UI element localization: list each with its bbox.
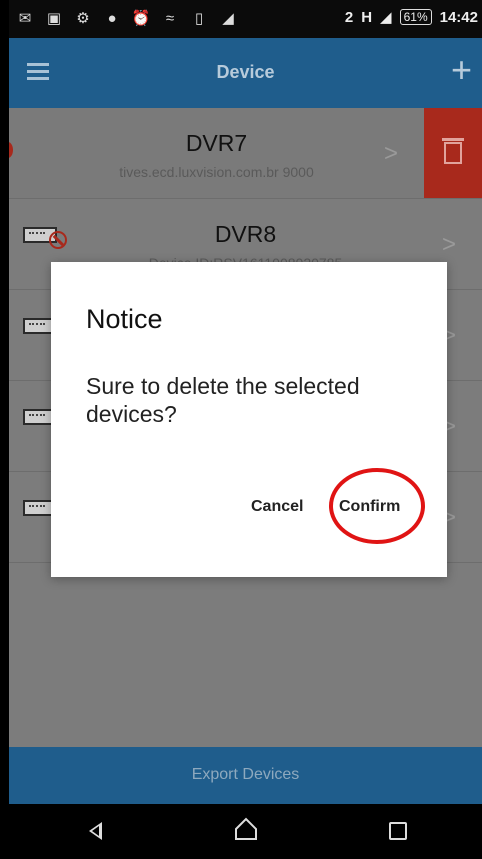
dialog-title: Notice: [86, 304, 163, 334]
message-icon: ✉: [18, 10, 32, 27]
status-icons-right: 2 H ◢ 61% 14:42: [344, 8, 478, 27]
do-not-disturb-icon: ●: [107, 9, 117, 27]
wifi-icon: ≈: [165, 9, 175, 27]
battery-level: 61%: [399, 9, 432, 25]
sim-number: 2: [344, 8, 354, 26]
cancel-button[interactable]: Cancel: [251, 498, 303, 516]
notice-dialog: Notice Sure to delete the selected devic…: [51, 262, 447, 577]
delete-button[interactable]: [424, 108, 482, 198]
alarm-icon: ⏰: [131, 10, 151, 27]
export-devices-button[interactable]: Export Devices: [9, 747, 482, 804]
signal-icon: ◢: [380, 9, 392, 26]
status-icons-left: ✉ ▣ ⚙ ● ⏰ ≈ ▯ ◢: [15, 9, 238, 28]
back-icon[interactable]: [89, 822, 102, 840]
chevron-right-icon: >: [441, 231, 456, 258]
device-name: DVR8: [214, 221, 277, 247]
network-type: H: [361, 8, 373, 26]
signal1-icon: ◢: [222, 10, 234, 27]
image-icon: ▣: [46, 10, 62, 27]
highlight-circle: [329, 468, 425, 544]
screen: ✉ ▣ ⚙ ● ⏰ ≈ ▯ ◢ 2 H ◢ 61% 14:42 Device +…: [9, 0, 482, 859]
device-address: tives.ecd.luxvision.com.br 9000: [119, 164, 314, 180]
status-bar: ✉ ▣ ⚙ ● ⏰ ≈ ▯ ◢ 2 H ◢ 61% 14:42: [9, 0, 482, 38]
page-title: Device: [216, 62, 275, 82]
device-row-dvr7[interactable]: DVR7 tives.ecd.luxvision.com.br 9000 >: [9, 108, 482, 199]
sim1-icon: ▯: [194, 10, 204, 27]
export-label: Export Devices: [191, 766, 300, 783]
recent-apps-icon[interactable]: [389, 822, 407, 840]
dialog-message: Sure to delete the selected devices?: [86, 373, 360, 427]
app-bar: Device +: [9, 38, 482, 108]
trash-icon: [442, 138, 464, 164]
chevron-right-icon: >: [383, 140, 398, 167]
system-nav-bar: [9, 804, 482, 859]
clock: 14:42: [439, 8, 478, 26]
plus-icon[interactable]: +: [451, 52, 472, 88]
home-icon[interactable]: [233, 816, 259, 842]
device-name: DVR7: [185, 130, 248, 156]
settings-icon: ⚙: [76, 10, 90, 27]
